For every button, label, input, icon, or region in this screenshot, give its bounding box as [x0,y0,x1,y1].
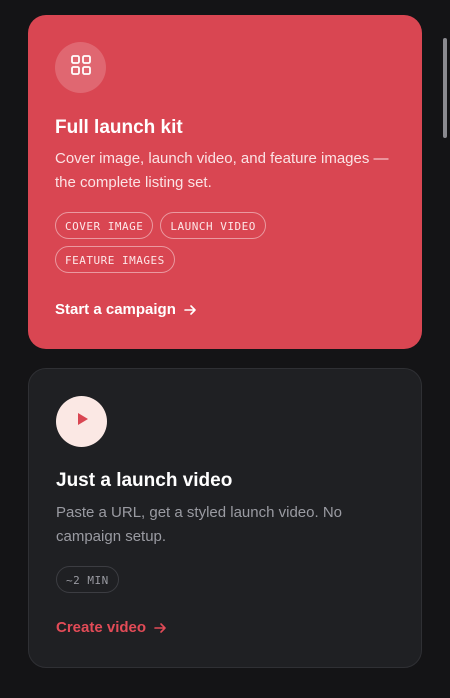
play-icon [74,411,90,432]
tag-launch-video: LAUNCH VIDEO [160,212,266,239]
card-title: Just a launch video [56,470,233,491]
scrollbar-thumb[interactable] [443,38,447,138]
grid-icon-circle [55,42,106,93]
card-title: Full launch kit [55,117,183,138]
full-launch-kit-card[interactable]: Full launch kit Cover image, launch vide… [28,15,422,349]
cta-label: Start a campaign [55,301,176,318]
tag-list: ~2 MIN [56,566,386,593]
create-video-link[interactable]: Create video [56,619,167,636]
tag-duration: ~2 MIN [56,566,119,593]
grid-icon [70,55,91,80]
cta-label: Create video [56,619,147,636]
card-description: Paste a URL, get a styled launch video. … [56,504,342,545]
card-description: Cover image, launch video, and feature i… [55,150,389,191]
tag-feature-images: FEATURE IMAGES [55,246,175,273]
tag-list: COVER IMAGE LAUNCH VIDEO FEATURE IMAGES [55,212,385,273]
play-icon-circle [56,396,107,447]
arrow-right-icon [154,622,167,634]
arrow-right-icon [184,304,197,316]
tag-cover-image: COVER IMAGE [55,212,154,239]
start-campaign-link[interactable]: Start a campaign [55,301,197,318]
launch-video-card[interactable]: Just a launch video Paste a URL, get a s… [28,368,422,668]
